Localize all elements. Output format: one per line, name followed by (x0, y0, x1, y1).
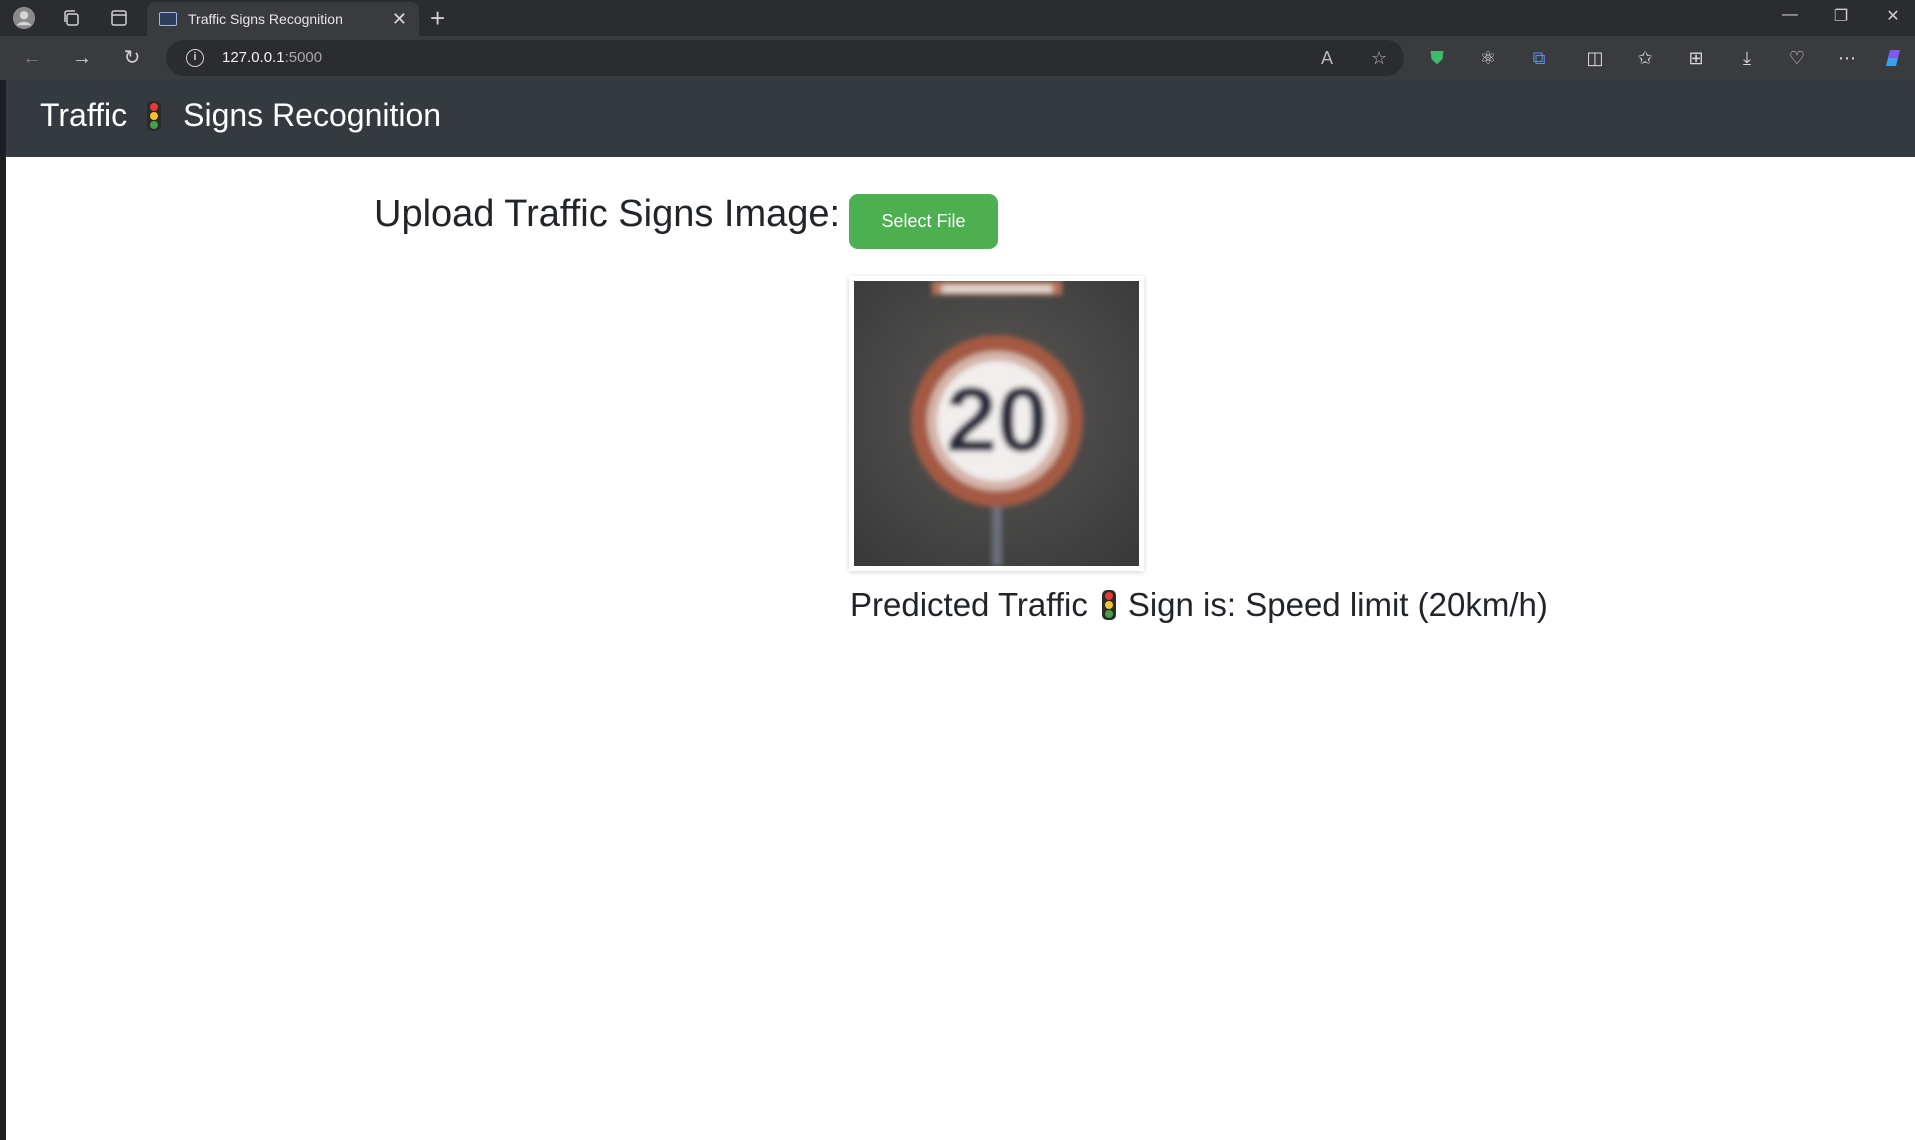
tab-title: Traffic Signs Recognition (188, 11, 343, 27)
workspaces-icon[interactable] (59, 6, 83, 30)
tab-traffic-signs[interactable]: Traffic Signs Recognition ✕ (147, 2, 419, 36)
new-tab-icon[interactable]: + (430, 3, 445, 34)
extension-icon[interactable]: ⚛ (1476, 46, 1500, 70)
url-text[interactable]: 127.0.0.1:5000 (222, 49, 322, 66)
minimize-icon[interactable]: — (1775, 6, 1805, 24)
collections-icon[interactable]: ⊞ (1684, 46, 1708, 70)
download-icon[interactable]: ⤓ (1735, 46, 1759, 70)
browser-tab-strip: Traffic Signs Recognition ✕ + — ❐ ✕ (0, 0, 1915, 36)
translate-icon[interactable]: ⧉ (1527, 46, 1551, 70)
copilot-icon[interactable] (1880, 46, 1904, 70)
prediction-prefix: Predicted Traffic (850, 586, 1088, 623)
brand-text-part1: Traffic (40, 97, 128, 133)
read-aloud-icon[interactable]: A (1321, 48, 1333, 69)
forward-icon[interactable]: → (70, 46, 94, 70)
prediction-value: Sign is: Speed limit (20km/h) (1127, 586, 1548, 623)
traffic-light-icon (147, 100, 162, 131)
terminal-favicon-icon (159, 12, 177, 26)
back-icon[interactable]: ← (20, 46, 44, 70)
uploaded-image-preview: 20 (849, 276, 1144, 571)
favorite-star-icon[interactable]: ☆ (1371, 48, 1387, 69)
more-icon[interactable]: ⋯ (1835, 46, 1859, 70)
refresh-icon[interactable]: ↻ (120, 46, 144, 70)
browser-toolbar: ← → ↻ i 127.0.0.1:5000 A ☆ ⛊ ⚛ ⧉ ◫ ✩ ⊞ ⤓… (0, 36, 1915, 80)
svg-text:20: 20 (946, 369, 1048, 471)
split-screen-icon[interactable]: ◫ (1583, 46, 1607, 70)
tab-actions-icon[interactable] (107, 6, 131, 30)
brand-text-part2: Signs Recognition (183, 97, 442, 133)
info-icon[interactable]: i (186, 49, 204, 67)
prediction-result: Predicted Traffic Sign is: Speed limit (… (850, 586, 1548, 624)
upload-label: Upload Traffic Signs Image: (374, 193, 841, 235)
performance-icon[interactable]: ♡ (1785, 46, 1809, 70)
select-file-button[interactable]: Select File (849, 194, 998, 249)
favorites-icon[interactable]: ✩ (1633, 46, 1657, 70)
close-tab-icon[interactable]: ✕ (392, 9, 407, 30)
restore-icon[interactable]: ❐ (1826, 6, 1856, 26)
close-window-icon[interactable]: ✕ (1878, 6, 1908, 26)
brand-title[interactable]: Traffic Signs Recognition (40, 97, 441, 134)
profile-icon[interactable] (12, 6, 36, 30)
navbar: Traffic Signs Recognition (6, 80, 1915, 157)
speed-limit-sign-image: 20 (854, 281, 1139, 566)
page-viewport: Traffic Signs Recognition Upload Traffic… (6, 80, 1915, 1140)
shield-icon[interactable]: ⛊ (1425, 46, 1449, 70)
traffic-light-icon (1101, 590, 1116, 620)
address-bar[interactable]: i 127.0.0.1:5000 A ☆ (166, 40, 1404, 76)
